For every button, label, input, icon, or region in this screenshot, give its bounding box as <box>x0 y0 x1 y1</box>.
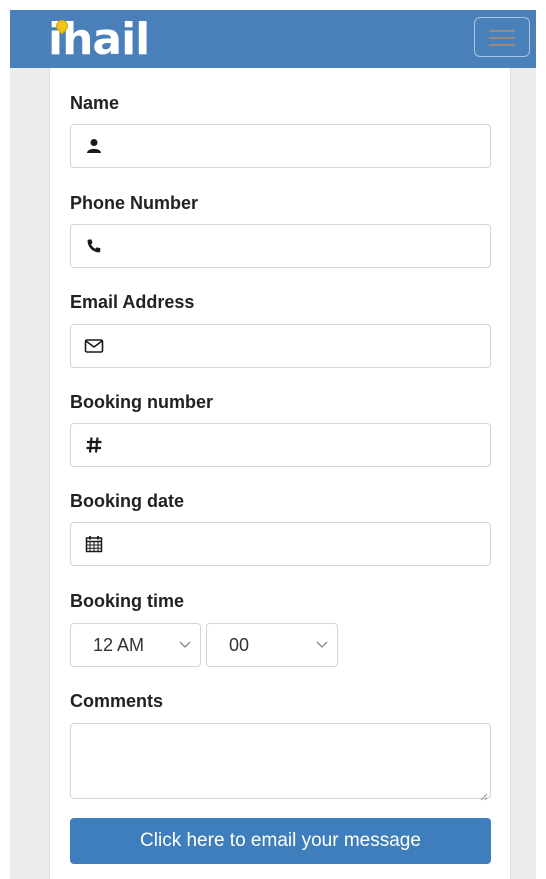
hour-select-value: 12 AM <box>93 635 145 655</box>
resize-grip-icon[interactable] <box>480 788 488 801</box>
ihail-logo[interactable]: ihail <box>48 16 150 64</box>
hamburger-icon-bar <box>489 44 515 46</box>
user-icon <box>83 135 105 157</box>
email-field[interactable] <box>70 324 491 368</box>
minute-select-value: 00 <box>229 635 250 655</box>
phone-field[interactable] <box>70 224 491 268</box>
email-label: Email Address <box>70 292 195 312</box>
top-navbar: ihail <box>10 10 536 68</box>
booking-number-label: Booking number <box>70 392 213 412</box>
chevron-down-icon <box>178 635 192 649</box>
email-input[interactable] <box>113 331 480 363</box>
hash-icon <box>83 434 105 456</box>
hamburger-icon <box>489 30 515 32</box>
phone-input[interactable] <box>113 231 480 263</box>
minute-select[interactable]: 00 <box>206 623 338 667</box>
email-message-button[interactable]: Click here to email your message <box>70 818 491 864</box>
name-label: Name <box>70 93 120 113</box>
comments-textarea[interactable] <box>70 723 491 801</box>
hamburger-icon-bar <box>489 37 515 39</box>
booking-number-input[interactable] <box>113 430 480 462</box>
name-input[interactable] <box>113 131 480 163</box>
phone-label: Phone Number <box>70 193 199 213</box>
comments-label: Comments <box>70 691 164 711</box>
envelope-icon <box>83 335 105 357</box>
booking-date-label: Booking date <box>70 491 185 511</box>
menu-toggle-button[interactable] <box>474 17 530 57</box>
chevron-down-icon <box>315 635 329 649</box>
booking-time-label: Booking time <box>70 591 185 611</box>
booking-date-input[interactable] <box>113 529 480 561</box>
name-field[interactable] <box>70 124 491 168</box>
booking-date-field[interactable] <box>70 522 491 566</box>
calendar-icon <box>83 533 105 555</box>
phone-icon <box>83 235 105 257</box>
booking-number-field[interactable] <box>70 423 491 467</box>
hour-select[interactable]: 12 AM <box>70 623 201 667</box>
